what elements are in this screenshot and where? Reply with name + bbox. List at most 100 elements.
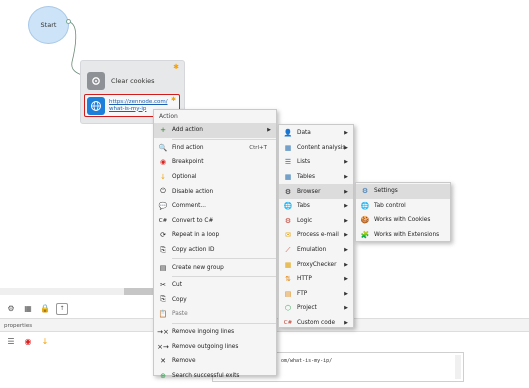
copy-action-id-icon: ⎘ (160, 245, 166, 254)
menu-item-remove-outgoing-lines[interactable]: ×→ Remove outgoing lines (154, 339, 276, 354)
add-action-icon: + (160, 126, 166, 135)
menu-separator (172, 258, 276, 260)
chevron-right-icon: ▶ (344, 247, 348, 254)
repeat-in-a-loop-icon: ⟳ (160, 231, 166, 240)
menu-item-create-new-group[interactable]: ▤ Create new group (154, 260, 276, 275)
menu-item-label: Find action (172, 144, 204, 151)
menu-item-label: Comment... (172, 203, 206, 210)
menu-item-label: Disable action (172, 188, 214, 195)
menu-item-add-action[interactable]: + Add action ▶ (154, 123, 276, 138)
menu-item-remove[interactable]: ✕ Remove (154, 354, 276, 369)
menu-item-label: Search successful exits (172, 372, 240, 379)
menu-item-settings[interactable]: ⚙ Settings (356, 184, 450, 199)
remove-outgoing-lines-icon: ×→ (157, 342, 169, 351)
menu-item-browser[interactable]: ⚙ Browser ▶ (279, 184, 353, 199)
chevron-right-icon: ▶ (344, 159, 348, 166)
menu-item-label: FTP (297, 290, 308, 297)
menu-item-emulation[interactable]: ⟋ Emulation ▶ (279, 243, 353, 258)
menu-item-ftp[interactable]: ▤ FTP ▶ (279, 287, 353, 302)
menu-item-label: Content analysis (297, 144, 346, 151)
menu-item-data[interactable]: 👤 Data ▶ (279, 126, 353, 141)
menu-item-convert-to-c[interactable]: C# Convert to C# (154, 214, 276, 229)
menu-item-content-analysis[interactable]: ▦ Content analysis ▶ (279, 141, 353, 156)
menu-item-label: Repeat in a loop (172, 232, 220, 239)
optional-arrow-icon[interactable]: ↓ (39, 335, 51, 347)
chevron-right-icon: ▶ (344, 290, 348, 297)
works-with-cookies-icon: 🍪 (360, 216, 370, 225)
lock-icon[interactable]: 🔒 (39, 303, 51, 315)
vertical-scrollbar[interactable] (455, 355, 461, 379)
menu-item-optional[interactable]: ↓ Optional (154, 170, 276, 185)
content-analysis-icon: ▦ (284, 143, 292, 152)
project-icon: ⬡ (284, 304, 292, 313)
breakpoint-icon: ◉ (159, 158, 167, 167)
menu-item-works-with-cookies[interactable]: 🍪 Works with Cookies (356, 213, 450, 228)
menu-item-search-successful-exits[interactable]: ⊕ Search successful exits (154, 369, 276, 384)
menu-item-find-action[interactable]: 🔍 Find action Ctrl+T (154, 141, 276, 156)
lists-icon: ☰ (284, 158, 292, 167)
menu-item-label: Add action (172, 127, 203, 134)
menu-item-paste[interactable]: 📋 Paste (154, 307, 276, 322)
menu-item-copy[interactable]: ⎘ Copy (154, 293, 276, 308)
copy-icon: ⎘ (160, 295, 166, 304)
browser-submenu: ⚙ Settings 🌐 Tab control 🍪 Works with Cookies… (355, 182, 451, 242)
menu-item-comment[interactable]: 💬 Comment... (154, 199, 276, 214)
menu-item-custom-code[interactable]: C# Custom code ▶ (279, 316, 353, 331)
menu-item-lists[interactable]: ☰ Lists ▶ (279, 155, 353, 170)
browser-settings-icon (87, 72, 105, 90)
scrollbar-thumb[interactable] (124, 288, 154, 295)
menu-item-label: Tabs (297, 203, 310, 210)
url-property-value: om/what-is-my-ip/ (281, 358, 333, 364)
grid-icon[interactable]: ▦ (22, 303, 34, 315)
start-label: Start (40, 21, 57, 29)
menu-item-cut[interactable]: ✂ Cut (154, 278, 276, 293)
properties-toolbar: ☰ ◉ ↓ (0, 334, 160, 348)
menu-item-label: Works with Extensions (374, 232, 440, 239)
export-icon[interactable]: ↑ (56, 302, 68, 315)
start-output-port[interactable] (66, 19, 71, 24)
menu-item-disable-action[interactable]: ⏻ Disable action (154, 184, 276, 199)
canvas-toolbar: ⚙ ▦ 🔒 ↑ (0, 301, 160, 316)
menu-item-label: Optional (172, 174, 197, 181)
remove-ingoing-lines-icon: →× (157, 328, 169, 337)
disable-action-icon: ⏻ (160, 187, 166, 196)
menu-item-works-with-extensions[interactable]: 🧩 Works with Extensions (356, 228, 450, 243)
menu-item-logic[interactable]: ⚙ Logic ▶ (279, 214, 353, 229)
http-icon: ⇅ (285, 275, 291, 284)
browser-icon: ⚙ (284, 187, 292, 196)
menu-item-process-e-mail[interactable]: ✉ Process e-mail ▶ (279, 228, 353, 243)
menu-item-proxychecker[interactable]: ▦ ProxyChecker ▶ (279, 257, 353, 272)
menu-item-label: Cut (172, 282, 182, 289)
chevron-right-icon: ▶ (344, 130, 348, 137)
menu-item-remove-ingoing-lines[interactable]: →× Remove ingoing lines (154, 325, 276, 340)
menu-item-repeat-in-a-loop[interactable]: ⟳ Repeat in a loop (154, 228, 276, 243)
chevron-right-icon: ▶ (344, 276, 348, 283)
menu-item-tables[interactable]: ▦ Tables ▶ (279, 170, 353, 185)
chevron-right-icon: ▶ (344, 188, 348, 195)
breakpoint-icon[interactable]: ◉ (22, 335, 34, 347)
works-with-extensions-icon: 🧩 (360, 231, 370, 240)
star-icon-small: ✱ (170, 96, 176, 103)
menu-item-http[interactable]: ⇅ HTTP ▶ (279, 272, 353, 287)
data-icon: 👤 (283, 129, 293, 138)
custom-code-icon: C# (283, 320, 293, 327)
settings-icon[interactable]: ⚙ (5, 303, 17, 315)
chevron-right-icon: ▶ (344, 203, 348, 210)
menu-item-label: Breakpoint (172, 159, 204, 166)
menu-item-project[interactable]: ⬡ Project ▶ (279, 301, 353, 316)
star-icon: ✱ (173, 63, 179, 71)
shortcut-text: Ctrl+T (249, 144, 267, 151)
start-node[interactable]: Start (28, 6, 69, 44)
menu-separator (172, 138, 276, 140)
menu-item-label: Paste (172, 311, 188, 318)
remove-icon: ✕ (160, 357, 166, 366)
menu-item-label: HTTP (297, 276, 312, 283)
menu-item-tab-control[interactable]: 🌐 Tab control (356, 199, 450, 214)
menu-item-copy-action-id[interactable]: ⎘ Copy action ID (154, 243, 276, 258)
list-icon[interactable]: ☰ (5, 335, 17, 347)
menu-item-tabs[interactable]: 🌐 Tabs ▶ (279, 199, 353, 214)
tabs-icon: 🌐 (283, 202, 293, 211)
menu-item-label: ProxyChecker (297, 261, 337, 268)
block-header[interactable]: Clear cookies (85, 71, 182, 91)
menu-item-breakpoint[interactable]: ◉ Breakpoint (154, 155, 276, 170)
